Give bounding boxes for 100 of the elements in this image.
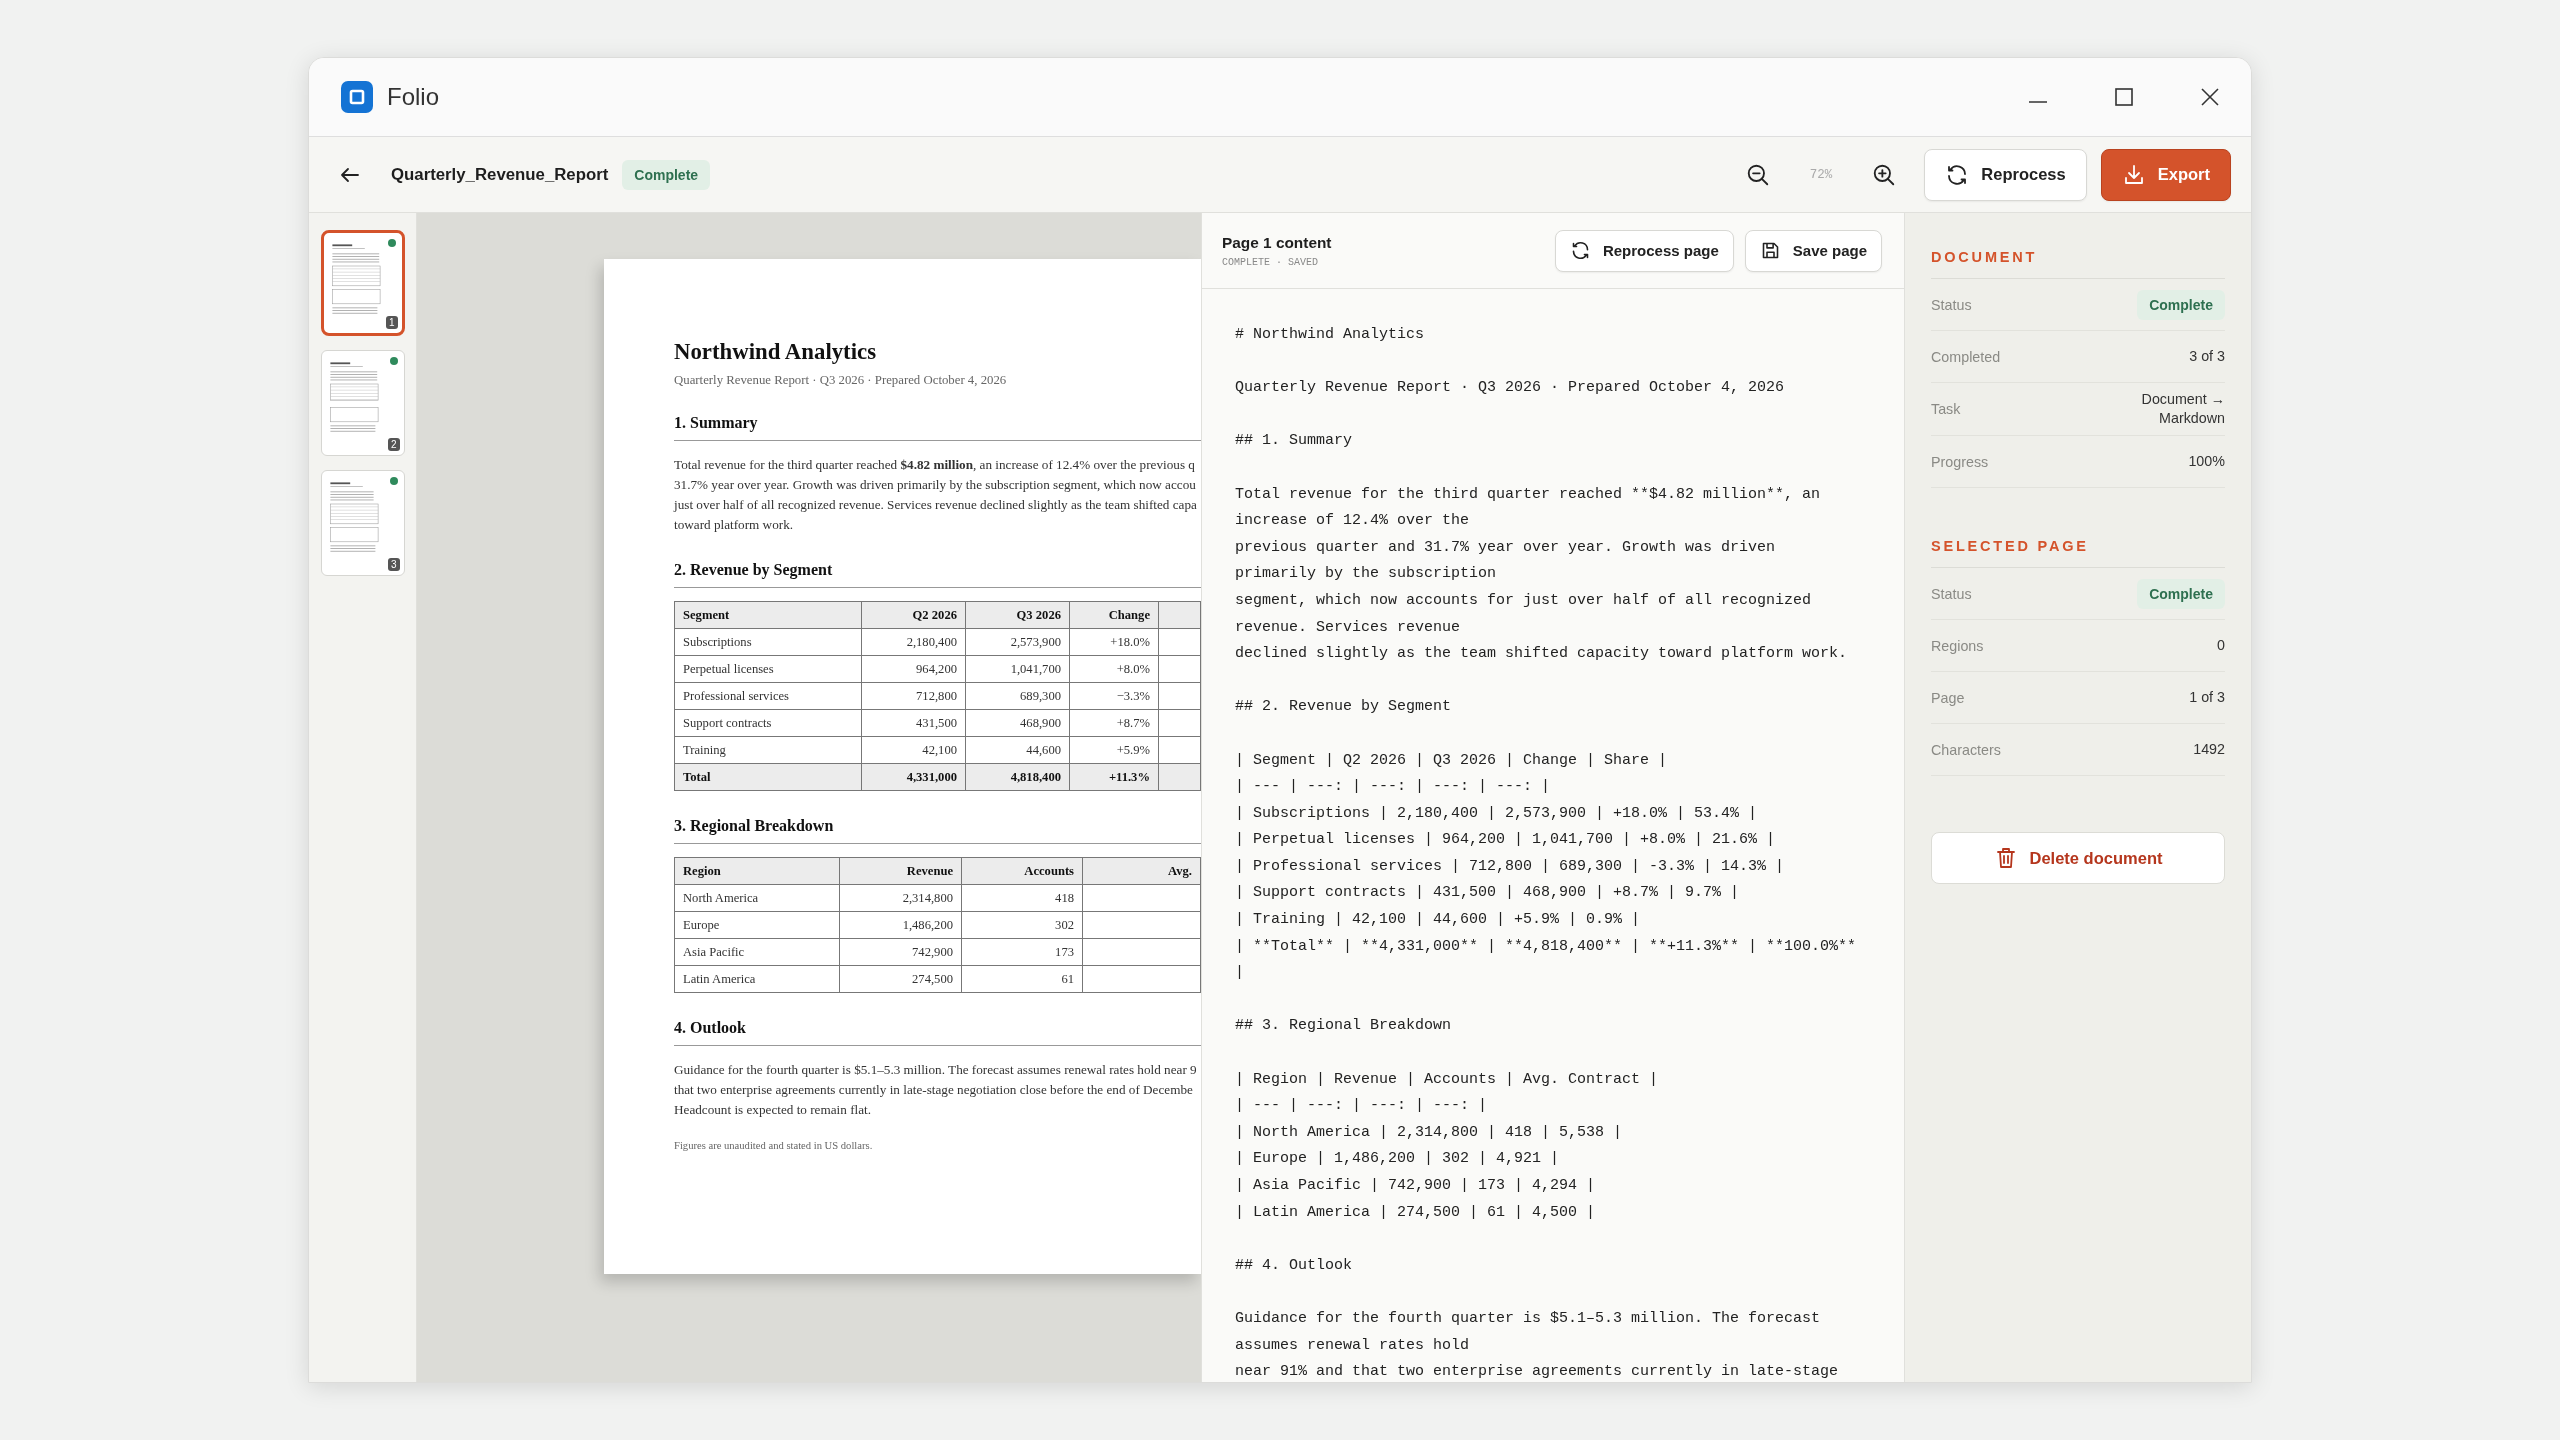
markdown-line: | --- | ---: | ---: | ---: | ---: | [1235,777,1552,798]
markdown-line: Quarterly Revenue Report · Q3 2026 · Prepared October 4, 2026 [1235,378,1786,399]
document-name: Quarterly_Revenue_Report [391,164,609,185]
delete-document-button[interactable]: Delete document [1931,832,2225,884]
page-number: 2 [387,438,400,451]
table-cell: Asia Pacific [675,939,840,966]
markdown-line: revenue. Services revenue [1235,617,1462,638]
field-value: 1492 [2193,740,2225,759]
zoom-in-icon[interactable] [1872,162,1897,187]
table-cell: 712,800 [862,683,966,710]
maximize-icon[interactable] [2113,86,2135,108]
section-heading: 3. Regional Breakdown [674,817,1201,844]
section-title: SELECTED PAGE [1931,538,2225,568]
markdown-line: | Asia Pacific | 742,900 | 173 | 4,294 | [1235,1176,1597,1196]
markdown-line: ## 1. Summary [1235,431,1354,452]
markdown-line: | Support contracts | 431,500 | 468,900 | +8.7% | 9.7% | [1235,883,1741,904]
markdown-line: ## 2. Revenue by Segment [1235,697,1453,718]
paragraph-line: Guidance for the fourth quarter is $5.1–5.3 million. The forecast assumes renewal rates hold near 9 [674,1061,1198,1079]
page-thumbnail[interactable]: 3 [320,470,405,576]
markdown-line: primarily by the subscription [1235,564,1498,585]
markdown-line: near 91% and that two enterprise agreements currently in late-stage [1235,1362,1840,1382]
app-logo-icon [341,81,373,113]
status-badge: Complete [2137,289,2225,320]
markdown-line: ## 4. Outlook [1235,1255,1354,1276]
table-cell: +11.3% [1070,764,1159,791]
document-heading: Northwind Analytics [674,339,878,365]
table-header: Change [1070,602,1159,629]
table-cell: +8.7% [1070,710,1159,737]
reprocess-page-button[interactable]: Reprocess page [1554,229,1734,272]
close-icon[interactable] [2199,86,2221,108]
markdown-line: assumes renewal rates hold [1235,1335,1471,1356]
save-page-button[interactable]: Save page [1744,229,1882,272]
page-thumbnail[interactable]: 1 [320,230,405,336]
table-cell: 418 [962,885,1083,912]
export-button[interactable]: Export [2100,148,2231,201]
field-value: 3 of 3 [2189,347,2225,366]
status-badge: Complete [622,159,711,190]
markdown-line: | Subscriptions | 2,180,400 | 2,573,900 | +18.0% | 53.4% | [1235,803,1759,824]
markdown-line: | Training | 42,100 | 44,600 | +5.9% | 0.9% | [1235,910,1642,931]
markdown-line: | North America | 2,314,800 | 418 | 5,538 | [1235,1122,1624,1143]
paragraph-line: Headcount is expected to remain flat. [674,1101,872,1119]
table-cell: Professional services [675,683,862,710]
table-cell: −3.3% [1070,683,1159,710]
markdown-line: | Professional services | 712,800 | 689,300 | -3.3% | 14.3% | [1235,856,1786,877]
table-header: Segment [675,602,862,629]
table-cell: Europe [675,912,840,939]
markdown-line: previous quarter and 31.7% year over year. Growth was driven [1235,537,1777,558]
field-label: Completed [1931,348,2001,365]
markdown-line: # Northwind Analytics [1235,325,1426,345]
field-value: 100% [2188,452,2225,471]
table-header: Revenue [840,858,962,885]
pane-status: COMPLETE · SAVED [1222,256,1319,268]
table-cell: 61 [962,966,1083,993]
table-cell: 302 [962,912,1083,939]
markdown-line: | Europe | 1,486,200 | 302 | 4,921 | [1235,1149,1561,1170]
table-cell: Subscriptions [675,629,862,656]
zoom-out-icon[interactable] [1745,162,1770,187]
table-cell: Perpetual licenses [675,656,862,683]
table-cell: Latin America [675,966,840,993]
footnote: Figures are unaudited and stated in US dollars. [674,1140,874,1151]
field-label: Page [1931,689,1965,706]
field-value: 0 [2217,636,2225,655]
markdown-line: ## 3. Regional Breakdown [1235,1016,1453,1037]
paragraph-line: Total revenue for the third quarter reached $4.82 million, an increase of 12.4% over the previous q [674,456,1196,474]
section-heading: 4. Outlook [674,1019,1201,1046]
reprocess-button[interactable]: Reprocess [1924,148,2087,201]
table-cell: 689,300 [966,683,1070,710]
markdown-line: | Segment | Q2 2026 | Q3 2026 | Change | Share | [1235,750,1669,771]
table-header: Avg. [1083,858,1201,885]
markdown-line: | **Total** | **4,331,000** | **4,818,400** | **+11.3%** | **100.0%** [1235,936,1858,957]
table-cell: +18.0% [1070,629,1159,656]
markdown-line: declined slightly as the team shifted capacity toward platform work. [1235,644,1849,665]
zoom-level: 72% [1809,167,1833,182]
section-heading: 2. Revenue by Segment [674,561,1201,588]
field-label: Status [1931,585,1972,602]
table-cell: 274,500 [840,966,962,993]
table-cell: 4,331,000 [862,764,966,791]
field-value: 1 of 3 [2189,688,2225,707]
table-cell: Support contracts [675,710,862,737]
paragraph-line: that two enterprise agreements currently in late-stage negotiation close before the end of Decembe [674,1081,1194,1099]
table-cell: 1,041,700 [966,656,1070,683]
page-thumbnail[interactable]: 2 [320,350,405,456]
page-number: 1 [385,316,398,329]
paragraph-line: toward platform work. [674,516,795,534]
section-title: DOCUMENT [1931,249,2225,279]
paragraph-line: 31.7% year over year. Growth was driven primarily by the subscription segment, which now accou [674,476,1197,494]
table-cell: Total [675,764,862,791]
table-cell: 1,486,200 [840,912,962,939]
table-cell: 964,200 [862,656,966,683]
table-cell: 742,900 [840,939,962,966]
markdown-line: | Latin America | 274,500 | 61 | 4,500 | [1235,1202,1597,1223]
table-cell: 2,180,400 [862,629,966,656]
field-value: Document → Markdown [2140,390,2225,428]
table-cell [1159,764,1201,791]
markdown-line: | [1235,963,1245,984]
field-label: Progress [1931,453,1989,470]
status-badge: Complete [2137,578,2225,609]
markdown-line: segment, which now accounts for just over half of all recognized [1235,590,1813,611]
document-subtitle: Quarterly Revenue Report · Q3 2026 · Prepared October 4, 2026 [674,373,1008,388]
markdown-line: | --- | ---: | ---: | ---: | [1235,1096,1489,1117]
